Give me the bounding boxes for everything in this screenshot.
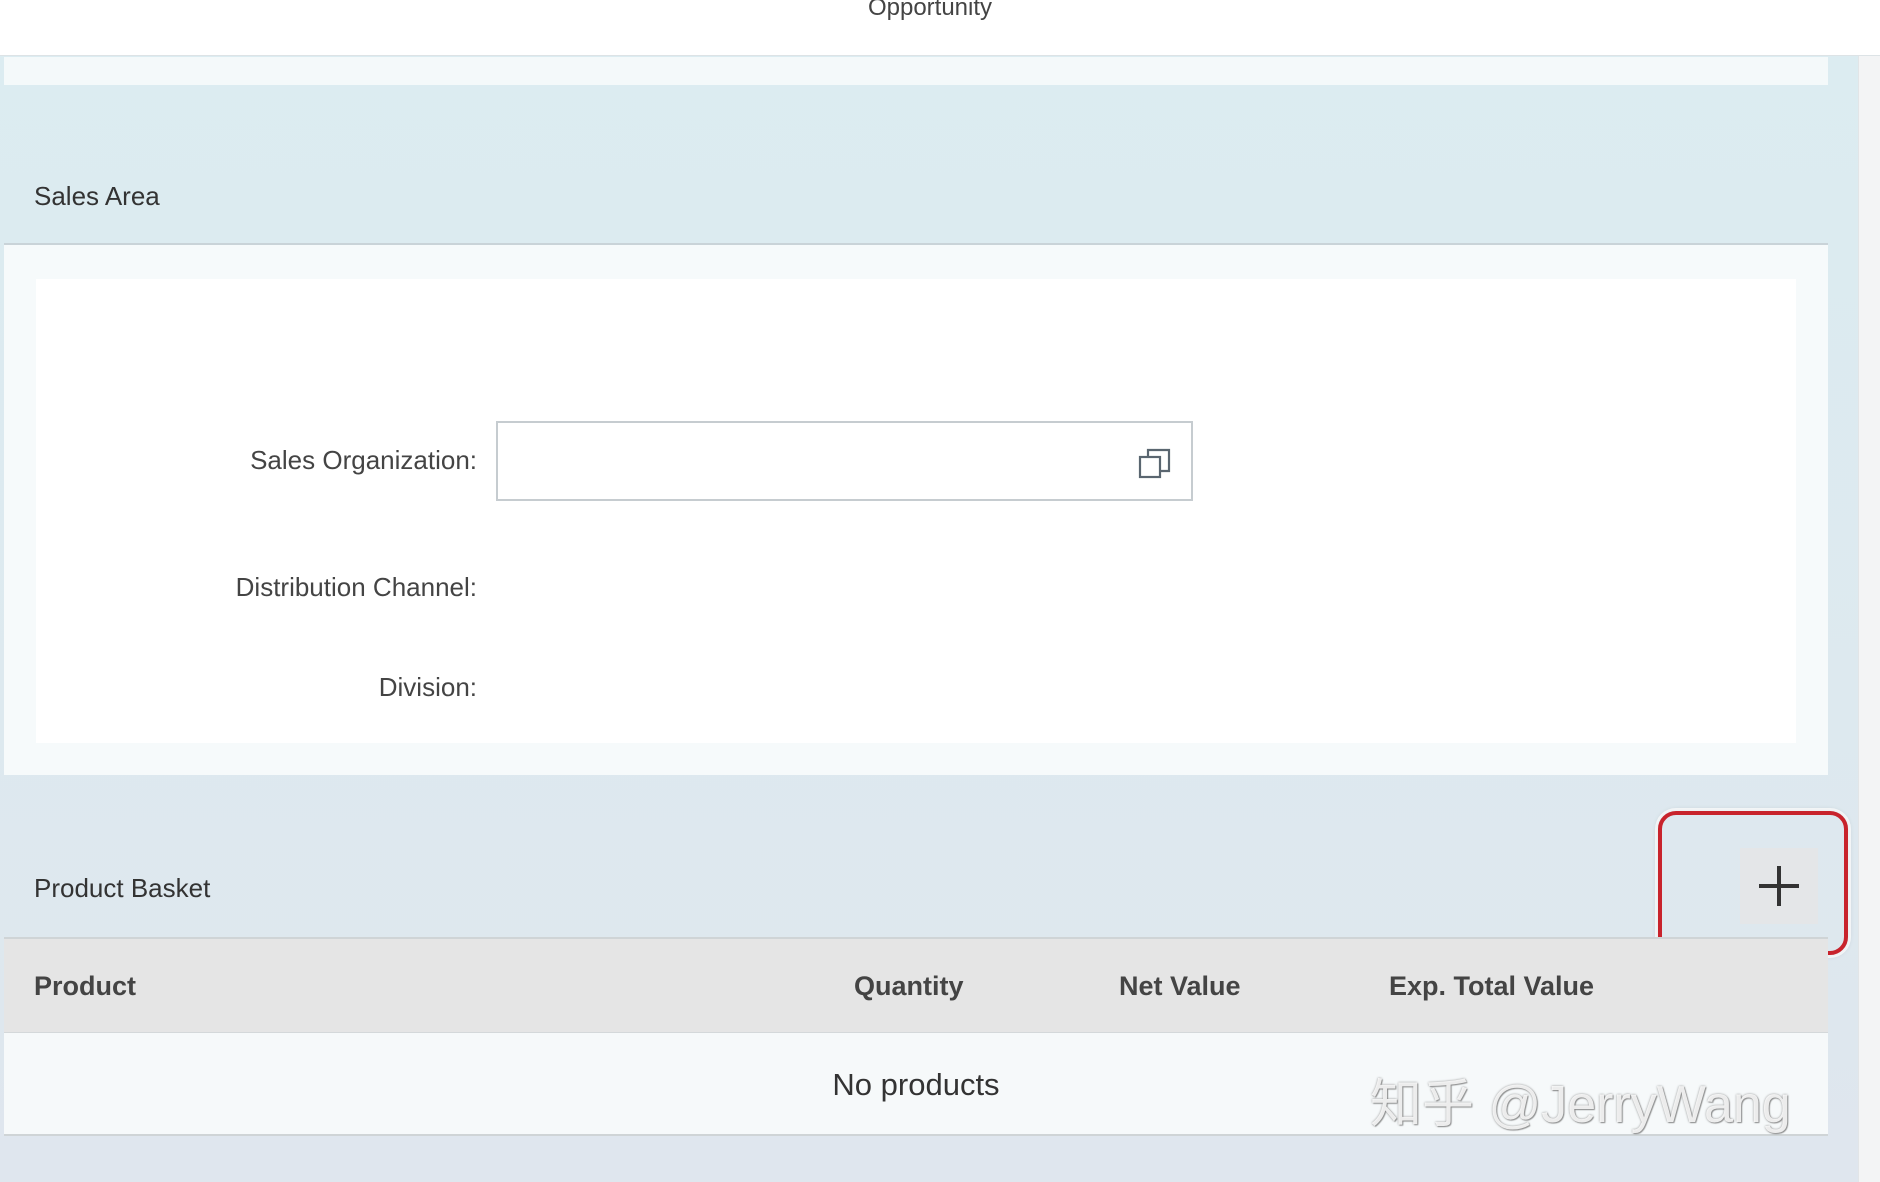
column-header-product[interactable]: Product: [34, 971, 136, 1002]
page-header: Opportunity: [0, 0, 1880, 56]
annotation-highlight-box: [1658, 811, 1848, 955]
column-header-quantity[interactable]: Quantity: [854, 971, 964, 1002]
distribution-channel-label: Distribution Channel:: [235, 572, 477, 602]
sales-organization-label: Sales Organization:: [250, 445, 477, 475]
vertical-scrollbar[interactable]: [1858, 56, 1880, 1182]
sales-organization-input[interactable]: [498, 423, 1098, 499]
column-header-net-value[interactable]: Net Value: [1119, 971, 1241, 1002]
value-help-icon[interactable]: [1138, 447, 1172, 481]
sales-organization-field[interactable]: [496, 421, 1193, 501]
header-content-strip: [4, 57, 1828, 85]
sales-area-title: Sales Area: [34, 181, 160, 211]
column-header-exp-total-value[interactable]: Exp. Total Value: [1389, 971, 1594, 1002]
product-basket-title: Product Basket: [34, 873, 211, 903]
division-label: Division:: [378, 672, 477, 702]
page-title: Opportunity: [867, 0, 993, 21]
watermark: 知乎 @JerryWang: [1370, 1076, 1791, 1134]
product-table-header: Product Quantity Net Value Exp. Total Va…: [4, 937, 1828, 1032]
